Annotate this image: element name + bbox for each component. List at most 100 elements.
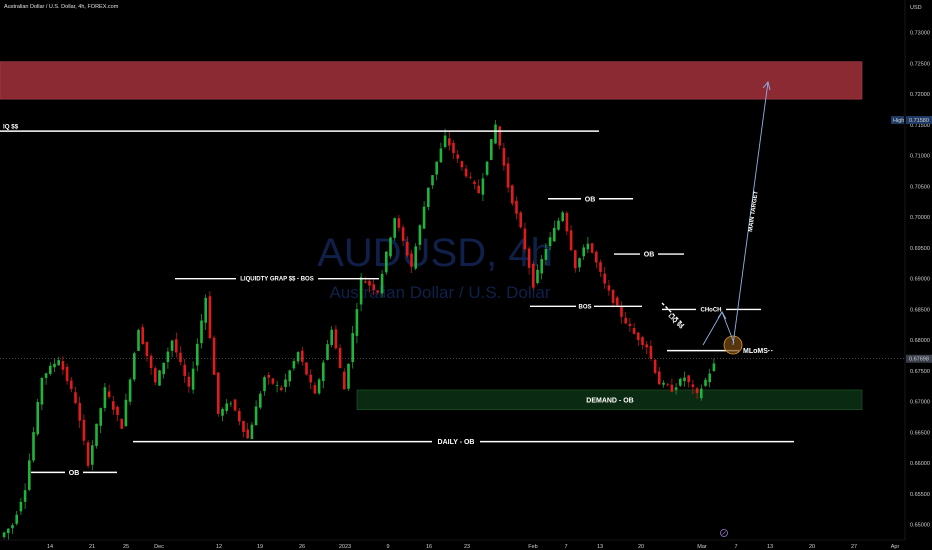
time-tick-label: Dec bbox=[154, 544, 164, 550]
price-tick-label: 0.73000 bbox=[910, 31, 930, 37]
candle-body bbox=[221, 408, 224, 416]
candle-body bbox=[343, 371, 346, 390]
candle-body bbox=[586, 243, 590, 250]
candle-body bbox=[334, 329, 338, 349]
supply-zone[interactable] bbox=[0, 61, 863, 100]
candle-body bbox=[506, 163, 510, 188]
candle-body bbox=[519, 212, 522, 228]
time-tick-label: 21 bbox=[89, 544, 95, 550]
candle-body bbox=[317, 379, 321, 394]
price-tick-label: 0.68000 bbox=[910, 338, 930, 344]
candle-body bbox=[649, 346, 653, 359]
candle-body bbox=[414, 246, 417, 269]
candle-body bbox=[15, 514, 18, 524]
candle-body bbox=[183, 364, 186, 376]
candle-body bbox=[666, 384, 669, 386]
candle-body bbox=[540, 259, 543, 274]
price-tick-label: 0.67000 bbox=[910, 400, 930, 406]
price-tick-label: 0.72500 bbox=[910, 61, 930, 67]
candle-body bbox=[620, 306, 623, 317]
candle-body bbox=[305, 362, 308, 375]
candle-body bbox=[376, 290, 380, 293]
candle-body bbox=[162, 362, 165, 375]
candle-body bbox=[208, 296, 212, 338]
candle-body bbox=[179, 352, 182, 363]
candle-body bbox=[439, 148, 443, 163]
candle-body bbox=[611, 289, 615, 303]
candle-body bbox=[259, 393, 262, 408]
candle-body bbox=[561, 212, 564, 222]
high-tag-label: High bbox=[893, 118, 904, 124]
candle-body bbox=[107, 391, 111, 397]
candle-body bbox=[103, 387, 107, 409]
candle-body bbox=[128, 379, 132, 402]
candle-body bbox=[61, 361, 65, 370]
price-tick-label: 0.72000 bbox=[910, 92, 930, 98]
candle-body bbox=[78, 402, 81, 421]
candle-body bbox=[250, 424, 254, 440]
high-price-label: 0.71580 bbox=[909, 118, 929, 124]
candle-body bbox=[99, 408, 102, 426]
candle-body bbox=[418, 225, 422, 245]
candle-body bbox=[40, 378, 44, 405]
candle-body bbox=[490, 139, 493, 160]
chart-title: Australian Dollar / U.S. Dollar, 4h, FOR… bbox=[4, 4, 119, 10]
candle-body bbox=[65, 366, 69, 382]
time-tick-label: 23 bbox=[464, 544, 470, 550]
time-tick-label: 20 bbox=[638, 544, 644, 550]
candle-body bbox=[70, 380, 73, 390]
candle-body bbox=[653, 359, 657, 373]
candle-body bbox=[464, 168, 468, 177]
candle-body bbox=[485, 161, 489, 175]
watermark-symbol: AUDUSD, 4h bbox=[317, 231, 553, 275]
time-tick-label: 9 bbox=[386, 544, 389, 550]
candle-body bbox=[557, 220, 560, 230]
candle-body bbox=[431, 175, 434, 186]
price-tick-label: 0.69500 bbox=[910, 246, 930, 252]
candle-body bbox=[590, 243, 594, 253]
candle-body bbox=[137, 329, 140, 351]
candle-body bbox=[397, 218, 401, 228]
price-tick-label: 0.65500 bbox=[910, 492, 930, 498]
candle-body bbox=[422, 206, 426, 229]
candle-body bbox=[700, 388, 703, 399]
candlestick-chart[interactable]: AUDUSD, 4h Australian Dollar / U.S. Doll… bbox=[0, 0, 932, 550]
candle-body bbox=[401, 227, 405, 241]
candle-body bbox=[435, 161, 438, 175]
candle-body bbox=[607, 285, 611, 291]
candle-body bbox=[225, 403, 228, 411]
candle-body bbox=[473, 181, 476, 184]
candle-body bbox=[683, 377, 686, 382]
price-tick-label: 0.65000 bbox=[910, 523, 930, 529]
candle-body bbox=[124, 399, 128, 427]
candle-body bbox=[347, 363, 350, 389]
candle-body bbox=[11, 525, 14, 529]
candle-body bbox=[582, 247, 585, 257]
candle-body bbox=[662, 382, 665, 385]
candle-body bbox=[452, 142, 455, 154]
level-label: IQ $$ bbox=[3, 124, 19, 131]
candle-body bbox=[494, 124, 497, 144]
candle-body bbox=[326, 344, 329, 360]
candle-body bbox=[57, 360, 60, 366]
candle-body bbox=[393, 218, 396, 238]
candle-body bbox=[548, 237, 552, 247]
price-tick-label: 0.69000 bbox=[910, 277, 930, 283]
candle-body bbox=[284, 379, 287, 388]
candle-body bbox=[36, 402, 39, 435]
candle-body bbox=[372, 284, 375, 290]
last-price-label: 0.67698 bbox=[909, 357, 929, 363]
candle-body bbox=[217, 372, 220, 414]
candle-body bbox=[44, 373, 48, 378]
candle-body bbox=[145, 341, 149, 357]
candle-body bbox=[527, 248, 531, 268]
candle-body bbox=[133, 353, 136, 380]
candle-body bbox=[32, 432, 35, 461]
candle-body bbox=[95, 423, 98, 446]
candle-body bbox=[511, 185, 514, 204]
candle-body bbox=[364, 281, 367, 283]
watermark-description: Australian Dollar / U.S. Dollar bbox=[329, 283, 550, 302]
candle-body bbox=[708, 373, 711, 383]
candle-body bbox=[628, 323, 632, 326]
candle-body bbox=[359, 277, 363, 305]
